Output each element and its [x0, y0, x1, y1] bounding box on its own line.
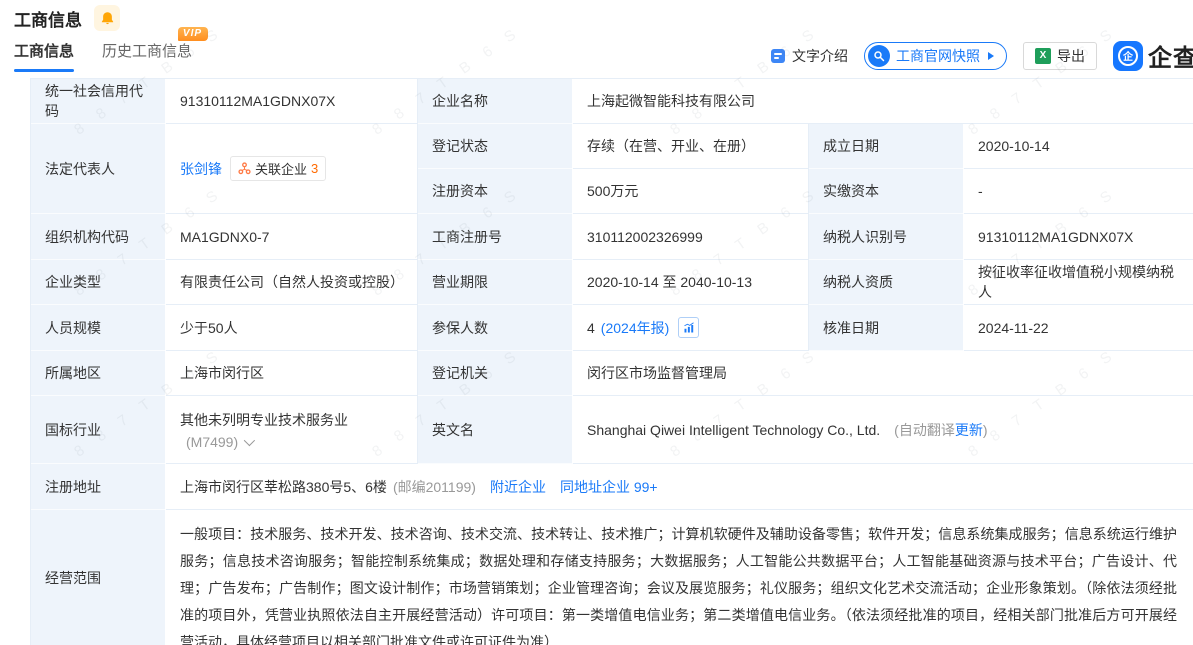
label-credit-code: 统一社会信用代码 [31, 79, 166, 124]
chevron-down-icon [244, 434, 255, 445]
label-business-scope: 经营范围 [31, 510, 166, 645]
qichacha-logo-icon: 企 [1113, 41, 1143, 71]
value-legal-representative: 张剑锋 关联企业 3 [166, 124, 418, 214]
tab-history-business-info[interactable]: 历史工商信息 VIP [102, 40, 192, 72]
arrow-right-icon [988, 52, 994, 60]
translate-update-link[interactable]: 更新 [955, 420, 983, 440]
label-registered-address: 注册地址 [31, 464, 166, 510]
industry-code: (M7499) [186, 434, 238, 450]
postcode-text: (邮编201199) [393, 477, 476, 497]
value-approval-date: 2024-11-22 [964, 305, 1193, 351]
header-actions: 文字介绍 工商官网快照 X 导出 企 企查查 [770, 38, 1193, 73]
value-registered-capital: 500万元 [573, 169, 809, 214]
tab-business-info[interactable]: 工商信息 [14, 40, 74, 72]
vip-badge: VIP [178, 27, 208, 41]
label-registration-number: 工商注册号 [418, 214, 573, 260]
value-taxpayer-qualification: 按征收率征收增值税小规模纳税人 [964, 260, 1193, 305]
label-taxpayer-qualification: 纳税人资质 [809, 260, 964, 305]
snapshot-label: 工商官网快照 [896, 46, 980, 66]
auto-translate-note: (自动翻译 [894, 420, 955, 440]
value-taxpayer-id: 91310112MA1GDNX07X [964, 214, 1193, 260]
page-title: 工商信息 [14, 6, 82, 31]
label-legal-representative: 法定代表人 [31, 124, 166, 214]
value-org-code: MA1GDNX0-7 [166, 214, 418, 260]
label-business-term: 营业期限 [418, 260, 573, 305]
value-establish-date: 2020-10-14 [964, 124, 1193, 169]
label-establish-date: 成立日期 [809, 124, 964, 169]
nearby-companies-link[interactable]: 附近企业 [490, 477, 546, 497]
same-address-companies-link[interactable]: 同地址企业 99+ [560, 477, 658, 497]
business-info-table: 统一社会信用代码 91310112MA1GDNX07X 企业名称 上海起微智能科… [30, 78, 1193, 645]
related-companies-badge[interactable]: 关联企业 3 [230, 156, 326, 181]
excel-icon: X [1035, 48, 1051, 64]
bar-chart-icon[interactable] [678, 317, 699, 338]
value-credit-code: 91310112MA1GDNX07X [166, 79, 418, 124]
legal-representative-link[interactable]: 张剑锋 [180, 159, 222, 179]
value-english-name: Shanghai Qiwei Intelligent Technology Co… [573, 396, 1193, 464]
label-taxpayer-id: 纳税人识别号 [809, 214, 964, 260]
value-registered-address: 上海市闵行区莘松路380号5、6楼 (邮编201199) 附近企业 同地址企业 … [166, 464, 1193, 510]
industry-name: 其他未列明专业技术服务业 [180, 410, 348, 430]
label-paid-capital: 实缴资本 [809, 169, 964, 214]
label-registration-authority: 登记机关 [418, 351, 573, 396]
label-industry: 国标行业 [31, 396, 166, 464]
value-company-name: 上海起微智能科技有限公司 [573, 79, 1193, 124]
business-info-panel: 8 8 7 T B 6 S 8 8 7 T B 6 S 8 8 7 T B 6 … [0, 0, 1193, 645]
value-business-scope: 一般项目：技术服务、技术开发、技术咨询、技术交流、技术转让、技术推广；计算机软硬… [166, 510, 1193, 645]
value-region: 上海市闵行区 [166, 351, 418, 396]
value-registration-status: 存续（在营、开业、在册） [573, 124, 809, 169]
document-icon [770, 48, 786, 64]
value-paid-capital: - [964, 169, 1193, 214]
label-region: 所属地区 [31, 351, 166, 396]
notification-bell-icon[interactable] [94, 5, 120, 31]
insured-number: 4 [587, 320, 595, 336]
magnifier-snapshot-icon [868, 45, 890, 67]
text-intro-button[interactable]: 文字介绍 [770, 46, 848, 66]
export-button[interactable]: X 导出 [1023, 42, 1097, 70]
label-staff-size: 人员规模 [31, 305, 166, 351]
related-companies-label: 关联企业 [255, 159, 307, 178]
label-company-type: 企业类型 [31, 260, 166, 305]
auto-translate-note-close: ) [983, 422, 988, 438]
export-label: 导出 [1057, 46, 1085, 66]
label-registered-capital: 注册资本 [418, 169, 573, 214]
value-registration-number: 310112002326999 [573, 214, 809, 260]
address-text: 上海市闵行区莘松路380号5、6楼 [180, 477, 387, 497]
brand-name: 企查查 [1148, 38, 1193, 73]
label-registration-status: 登记状态 [418, 124, 573, 169]
english-name-text: Shanghai Qiwei Intelligent Technology Co… [587, 422, 880, 438]
value-registration-authority: 闵行区市场监督管理局 [573, 351, 1193, 396]
value-company-type: 有限责任公司（自然人投资或控股） [166, 260, 418, 305]
panel-header: 工商信息 工商信息 历史工商信息 VIP 文字介绍 [0, 0, 1193, 78]
qichacha-logo: 企 企查查 [1113, 38, 1193, 73]
label-org-code: 组织机构代码 [31, 214, 166, 260]
tab-bar: 工商信息 历史工商信息 VIP [14, 40, 192, 72]
label-english-name: 英文名 [418, 396, 573, 464]
active-tab-underline [14, 69, 74, 72]
value-business-term: 2020-10-14 至 2040-10-13 [573, 260, 809, 305]
value-staff-size: 少于50人 [166, 305, 418, 351]
official-snapshot-button[interactable]: 工商官网快照 [864, 42, 1007, 70]
label-company-name: 企业名称 [418, 79, 573, 124]
label-approval-date: 核准日期 [809, 305, 964, 351]
value-insured-count: 4 (2024年报) [573, 305, 809, 351]
tab-label: 工商信息 [14, 43, 74, 60]
annual-report-link[interactable]: (2024年报) [601, 318, 669, 338]
text-intro-label: 文字介绍 [792, 46, 848, 66]
label-insured-count: 参保人数 [418, 305, 573, 351]
industry-code-toggle[interactable]: (M7499) [180, 434, 252, 450]
related-companies-count: 3 [311, 161, 318, 176]
value-industry: 其他未列明专业技术服务业 (M7499) [166, 396, 418, 464]
tab-label: 历史工商信息 [102, 43, 192, 60]
org-relation-icon [238, 162, 251, 175]
